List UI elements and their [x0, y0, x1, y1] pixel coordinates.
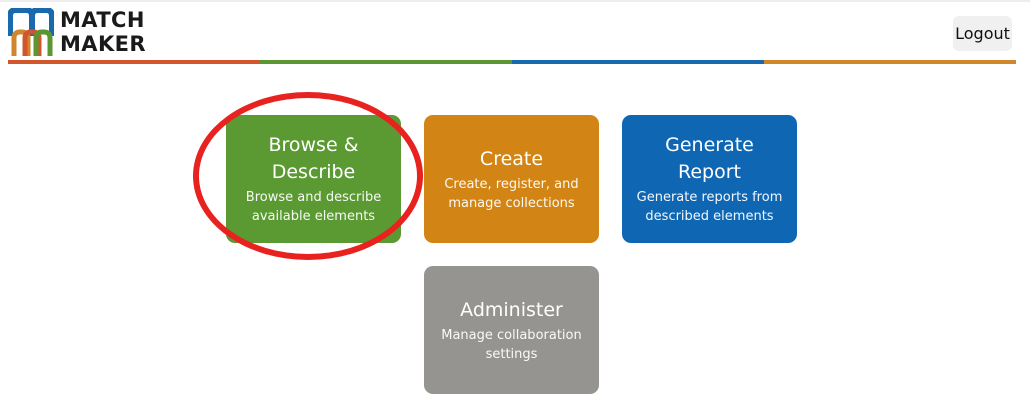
logo-text: MATCH MAKER — [60, 8, 146, 56]
tile-description: Generate reports from described elements — [636, 190, 783, 224]
divider-segment-blue — [512, 60, 764, 64]
logo-text-line1: MATCH — [60, 8, 145, 32]
top-border — [0, 0, 1030, 2]
tile-description: Manage collaboration settings — [441, 327, 582, 362]
tile-title: Browse & Describe — [268, 134, 359, 183]
tile-title: Generate Report — [665, 134, 754, 183]
logout-button[interactable]: Logout — [953, 16, 1012, 51]
divider-segment-green — [260, 60, 512, 64]
browse-describe-tile[interactable]: Browse & Describe Browse and describe av… — [226, 115, 401, 243]
generate-report-tile[interactable]: Generate Report Generate reports from de… — [622, 115, 797, 243]
matchmaker-logo[interactable]: MATCH MAKER — [8, 8, 168, 60]
divider-segment-orange — [764, 60, 1016, 64]
create-tile[interactable]: Create Create, register, and manage coll… — [424, 115, 599, 243]
administer-tile[interactable]: Administer Manage collaboration settings — [424, 266, 599, 394]
tile-description: Browse and describe available elements — [245, 190, 382, 224]
tile-title: Administer — [460, 298, 563, 321]
tile-title: Create — [479, 147, 544, 170]
logo-text-line2: MAKER — [60, 32, 146, 56]
matchmaker-logo-icon — [8, 8, 54, 56]
tile-description: Create, register, and manage collections — [444, 176, 579, 211]
divider-segment-red — [8, 60, 260, 64]
